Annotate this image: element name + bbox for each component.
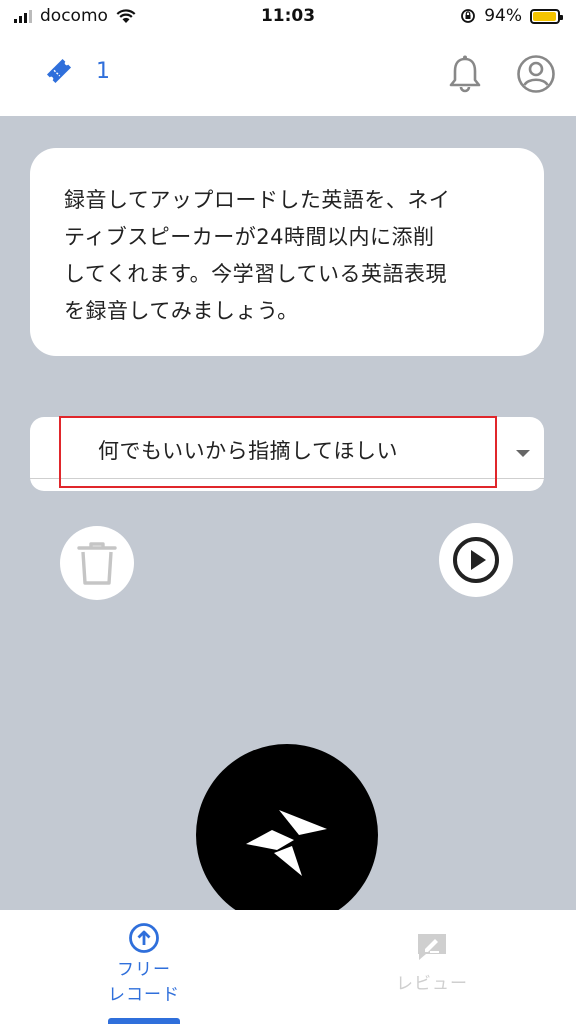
app-header: 1 <box>0 34 576 116</box>
trash-icon <box>77 542 117 585</box>
feedback-type-value: 何でもいいから指摘してほしい <box>98 439 398 463</box>
nav-label-line1: レビュー <box>396 974 468 994</box>
send-icon <box>246 810 327 876</box>
nav-free-record[interactable]: フリー レコード <box>0 922 288 1008</box>
battery-icon <box>530 8 563 24</box>
bottom-nav: フリー レコード レビュー <box>0 910 576 1024</box>
orientation-lock-icon <box>461 9 476 23</box>
account-icon[interactable] <box>516 54 556 94</box>
chevron-down-icon <box>516 450 530 457</box>
ticket-counter[interactable]: 1 <box>44 56 110 86</box>
info-card: 録音してアップロードした英語を、ネイ ティブスピーカーが24時間以内に添削 して… <box>30 148 544 356</box>
info-line: してくれます。今学習している英語表現 <box>64 262 448 286</box>
info-line: ティブスピーカーが24時間以内に添削 <box>64 225 435 249</box>
main-content: 録音してアップロードした英語を、ネイ ティブスピーカーが24時間以内に添削 して… <box>0 116 576 926</box>
delete-button[interactable] <box>60 526 134 600</box>
review-icon <box>418 934 446 960</box>
active-tab-indicator <box>108 1018 180 1024</box>
info-line: を録音してみましょう。 <box>64 299 299 323</box>
ticket-icon <box>46 58 72 84</box>
battery-info: 94% <box>460 6 563 26</box>
send-button[interactable] <box>196 744 378 926</box>
nav-review[interactable]: レビュー <box>288 932 576 997</box>
battery-percent: 94% <box>484 6 522 26</box>
ticket-count: 1 <box>96 58 110 84</box>
bell-icon[interactable] <box>446 54 484 94</box>
select-underline <box>30 478 544 479</box>
upload-icon <box>129 923 159 953</box>
nav-label-line1: フリー <box>117 960 171 980</box>
feedback-type-select[interactable]: 何でもいいから指摘してほしい <box>30 417 544 491</box>
play-button[interactable] <box>439 523 513 597</box>
status-bar: docomo 11:03 94% <box>0 0 576 34</box>
nav-label-line2: レコード <box>108 985 180 1005</box>
info-line: 録音してアップロードした英語を、ネイ <box>64 188 451 212</box>
play-icon <box>453 537 499 583</box>
